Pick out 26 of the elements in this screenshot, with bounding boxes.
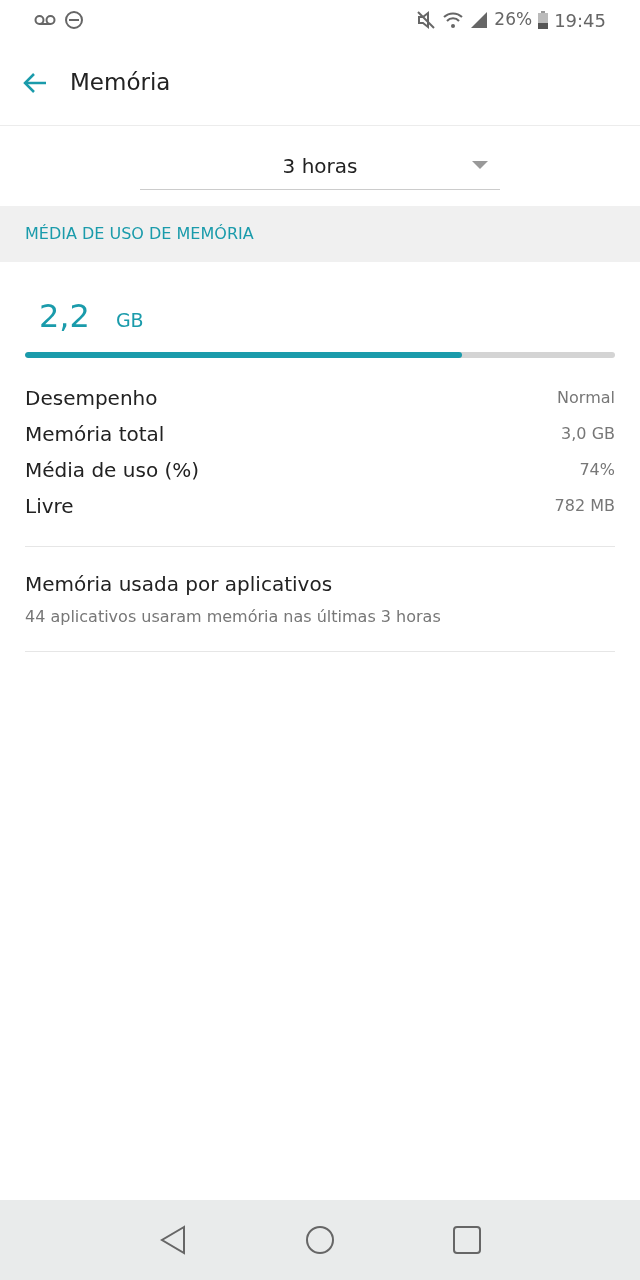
apps-memory-subtitle: 44 aplicativos usaram memória nas últimas 3 horas: [25, 606, 442, 628]
apps-memory-title: Memória usada por aplicativos: [25, 571, 334, 598]
apps-memory-item[interactable]: Memória usada por aplicativos 44 aplicativos usaram memória nas últimas 3 horas: [25, 547, 615, 651]
battery-percentage: 26%: [494, 8, 533, 32]
dropdown-arrow-icon: [472, 161, 488, 169]
mute-icon: [416, 10, 437, 30]
stat-label: Média de uso (%): [25, 457, 200, 484]
wifi-icon: [442, 11, 465, 29]
signal-icon: [470, 11, 489, 29]
back-icon[interactable]: [22, 71, 48, 94]
stat-value: 74%: [579, 459, 615, 481]
stat-value: Normal: [557, 387, 615, 409]
stat-value: 782 MB: [554, 495, 615, 517]
section-header: MÉDIA DE USO DE MEMÓRIA: [25, 223, 254, 245]
stat-label: Desempenho: [25, 385, 158, 412]
battery-icon: [538, 11, 549, 29]
stat-label: Memória total: [25, 421, 165, 448]
usage-value: 2,2: [39, 296, 90, 337]
stat-value: 3,0 GB: [561, 423, 615, 445]
voicemail-icon: [34, 14, 56, 26]
clock: 19:45: [554, 8, 606, 33]
usage-unit: GB: [115, 308, 144, 333]
page-title: Memória: [70, 68, 171, 98]
period-dropdown[interactable]: 3 horas: [140, 142, 500, 190]
do-not-disturb-icon: [64, 10, 84, 30]
stat-label: Livre: [25, 493, 74, 520]
